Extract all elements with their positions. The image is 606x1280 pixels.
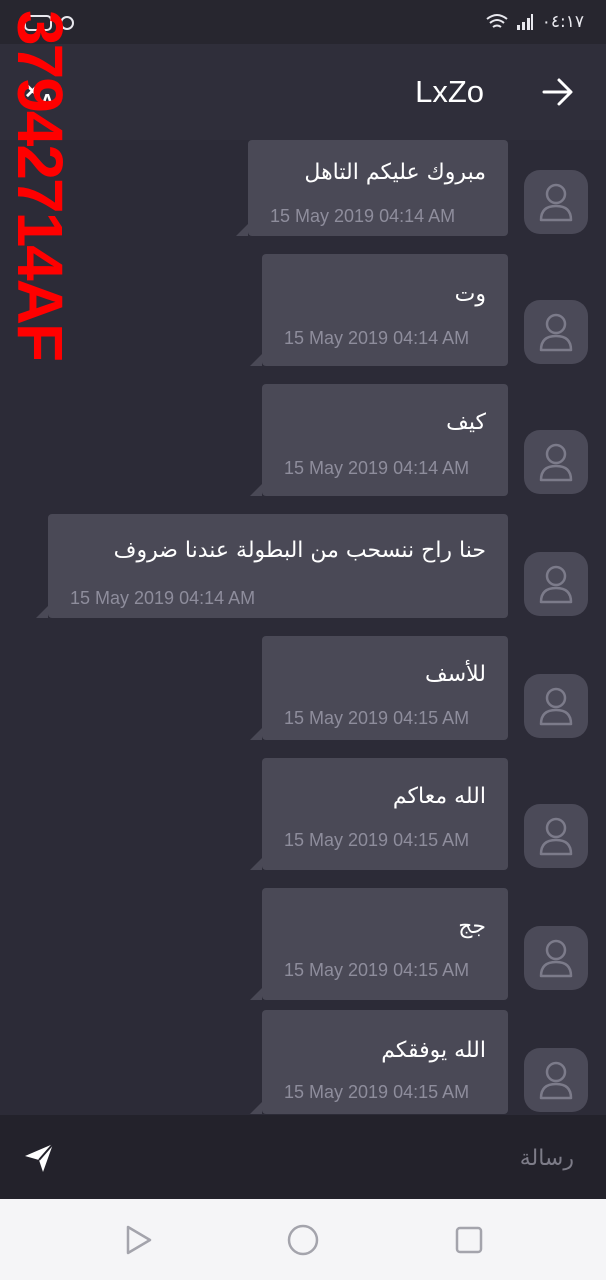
message-row: وت 15 May 2019 04:14 AM — [0, 254, 606, 366]
status-time: ٠٤:١٧ — [541, 12, 584, 32]
message-row: للأسف 15 May 2019 04:15 AM — [0, 636, 606, 740]
message-text: كيف — [446, 410, 486, 435]
wifi-icon — [486, 14, 508, 28]
chat-title: LxZo — [415, 74, 484, 109]
message-row: كيف 15 May 2019 04:14 AM — [0, 384, 606, 496]
message-time: 15 May 2019 04:14 AM — [284, 458, 470, 478]
status-indicators: ٠٤:١٧ — [486, 12, 584, 32]
message-bubble[interactable]: وت 15 May 2019 04:14 AM — [250, 254, 508, 366]
message-time: 15 May 2019 04:14 AM — [270, 206, 456, 226]
message-time: 15 May 2019 04:14 AM — [284, 328, 470, 348]
home-nav-icon[interactable] — [286, 1223, 320, 1257]
message-text: الله معاكم — [392, 784, 486, 809]
message-time: 15 May 2019 04:14 AM — [70, 588, 256, 608]
avatar[interactable] — [524, 552, 588, 616]
message-input[interactable] — [152, 1137, 576, 1179]
message-text: وت — [454, 282, 486, 307]
avatar[interactable] — [524, 1048, 588, 1112]
message-row: جج 15 May 2019 04:15 AM — [0, 888, 606, 1000]
user-icon — [539, 817, 573, 856]
message-bubble[interactable]: للأسف 15 May 2019 04:15 AM — [250, 636, 508, 740]
message-time: 15 May 2019 04:15 AM — [284, 1082, 470, 1102]
message-time: 15 May 2019 04:15 AM — [284, 708, 470, 728]
message-text: مبروك عليكم التاهل — [304, 160, 486, 185]
message-bubble[interactable]: الله يوفقكم 15 May 2019 04:15 AM — [250, 1010, 508, 1114]
avatar[interactable] — [524, 804, 588, 868]
message-list[interactable]: مبروك عليكم التاهل 15 May 2019 04:14 AM … — [0, 140, 606, 1115]
message-text: للأسف — [424, 662, 486, 687]
message-bubble[interactable]: الله معاكم 15 May 2019 04:15 AM — [250, 758, 508, 870]
message-row: الله معاكم 15 May 2019 04:15 AM — [0, 758, 606, 870]
message-time: 15 May 2019 04:15 AM — [284, 960, 470, 980]
system-navigation-bar — [0, 1199, 606, 1280]
watermark-text: 37942714AF — [4, 10, 76, 361]
avatar[interactable] — [524, 300, 588, 364]
back-arrow-icon[interactable] — [540, 74, 576, 110]
back-nav-icon[interactable] — [122, 1223, 156, 1257]
message-bubble[interactable]: جج 15 May 2019 04:15 AM — [250, 888, 508, 1000]
message-composer — [0, 1115, 606, 1199]
message-bubble[interactable]: حنا راح ننسحب من البطولة عندنا ضروف 15 M… — [36, 514, 508, 618]
avatar[interactable] — [524, 430, 588, 494]
signal-icon — [516, 14, 533, 30]
message-row: مبروك عليكم التاهل 15 May 2019 04:14 AM — [0, 140, 606, 238]
user-icon — [539, 687, 573, 726]
send-icon[interactable] — [22, 1141, 56, 1175]
message-text: جج — [458, 914, 486, 939]
app-bar: ✕ A LxZo — [0, 44, 606, 140]
message-bubble[interactable]: كيف 15 May 2019 04:14 AM — [250, 384, 508, 496]
message-row: حنا راح ننسحب من البطولة عندنا ضروف 15 M… — [0, 514, 606, 618]
avatar[interactable] — [524, 674, 588, 738]
status-bar: ٠٤:١٧ — [0, 0, 606, 44]
message-time: 15 May 2019 04:15 AM — [284, 830, 470, 850]
message-text: حنا راح ننسحب من البطولة عندنا ضروف — [113, 538, 486, 563]
message-bubble[interactable]: مبروك عليكم التاهل 15 May 2019 04:14 AM — [236, 140, 508, 236]
user-icon — [539, 565, 573, 604]
message-row: الله يوفقكم 15 May 2019 04:15 AM — [0, 1010, 606, 1114]
avatar[interactable] — [524, 926, 588, 990]
user-icon — [539, 313, 573, 352]
user-icon — [539, 939, 573, 978]
recents-nav-icon[interactable] — [452, 1223, 486, 1257]
user-icon — [539, 183, 573, 222]
message-text: الله يوفقكم — [381, 1038, 486, 1063]
avatar[interactable] — [524, 170, 588, 234]
user-icon — [539, 443, 573, 482]
user-icon — [539, 1061, 573, 1100]
